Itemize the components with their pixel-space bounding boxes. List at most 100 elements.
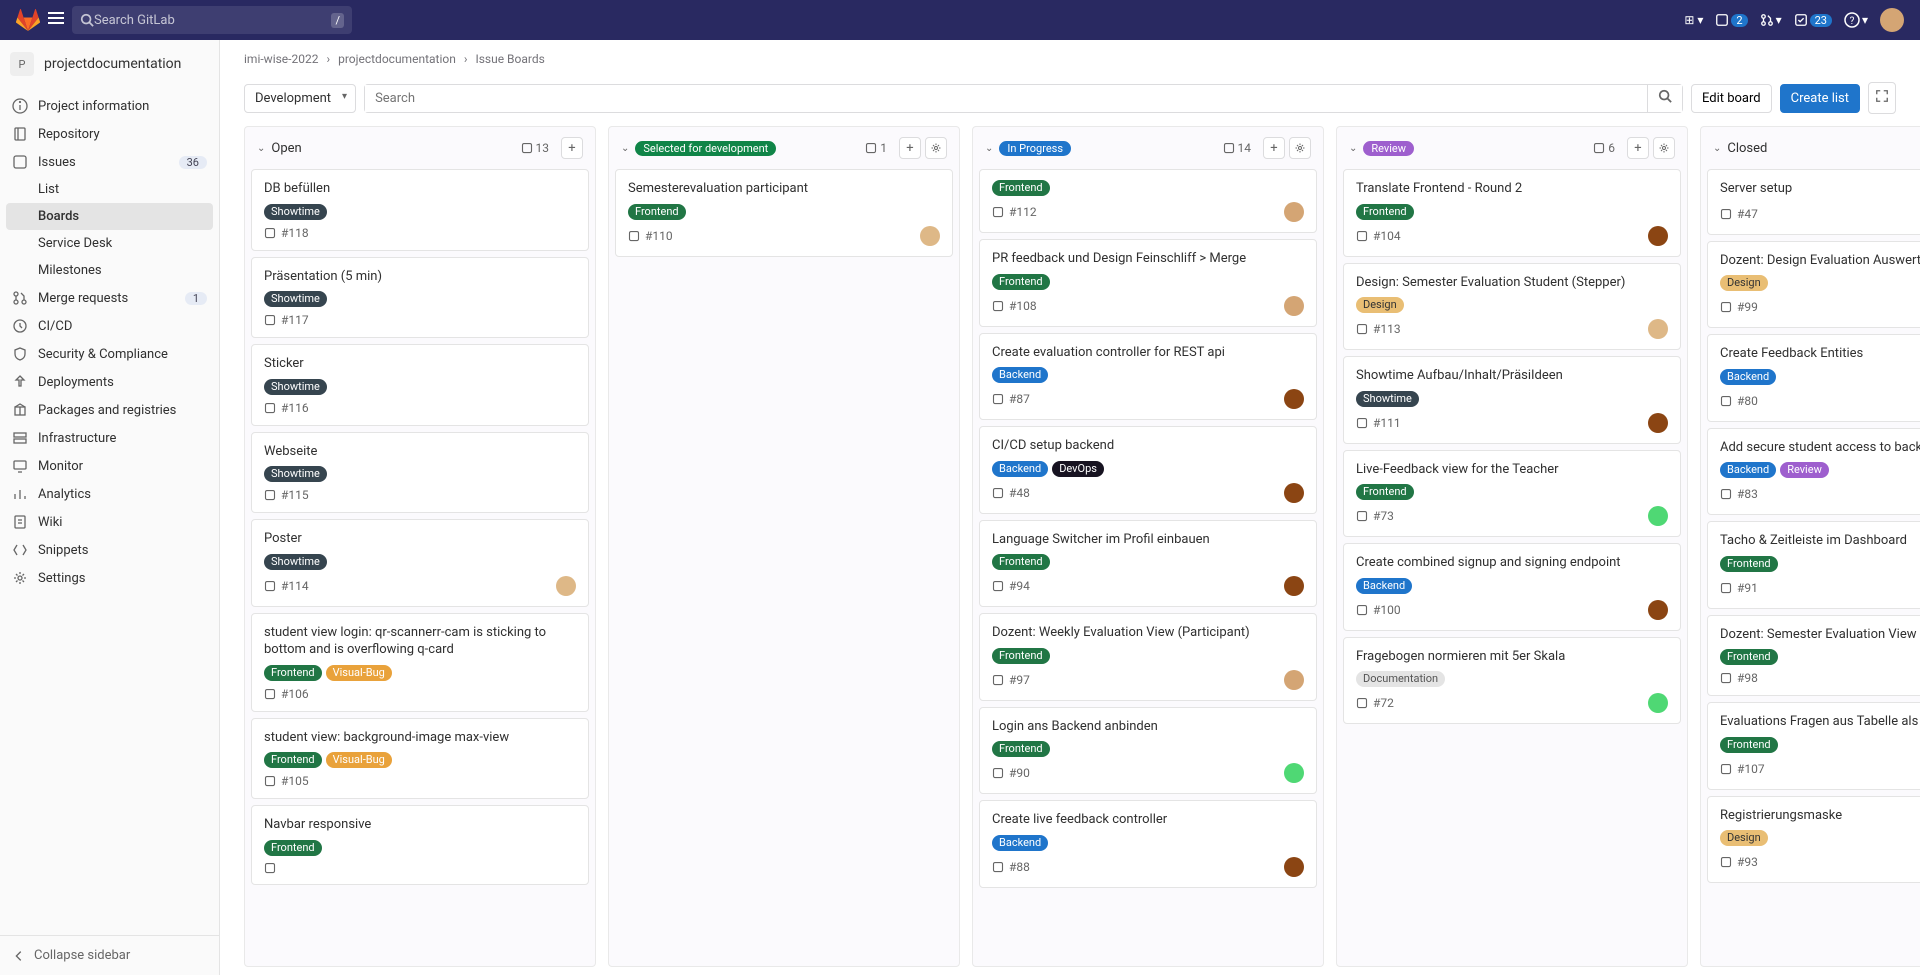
issue-card[interactable]: CI/CD setup backendBackendDevOps#48: [979, 426, 1317, 514]
filter-search-button[interactable]: [1647, 85, 1682, 112]
fullscreen-button[interactable]: [1868, 82, 1896, 114]
card-label[interactable]: Frontend: [628, 204, 686, 220]
issue-card[interactable]: WebseiteShowtime#115: [251, 432, 589, 514]
card-label[interactable]: Design: [1720, 275, 1768, 291]
card-label[interactable]: Documentation: [1356, 671, 1445, 687]
assignee-avatar[interactable]: [1284, 670, 1304, 690]
sidebar-item-packages-and-registries[interactable]: Packages and registries: [0, 396, 219, 424]
sidebar-item-analytics[interactable]: Analytics: [0, 480, 219, 508]
issue-card[interactable]: Language Switcher im Profil einbauenFron…: [979, 520, 1317, 608]
chevron-down-icon[interactable]: ⌄: [1349, 143, 1357, 154]
add-card-button[interactable]: +: [1627, 137, 1649, 159]
assignee-avatar[interactable]: [1284, 389, 1304, 409]
card-label[interactable]: Frontend: [1720, 737, 1778, 753]
issue-card[interactable]: Navbar responsiveFrontend: [251, 805, 589, 885]
assignee-avatar[interactable]: [556, 576, 576, 596]
create-list-button[interactable]: Create list: [1780, 84, 1860, 113]
card-label[interactable]: Backend: [992, 367, 1048, 383]
issue-card[interactable]: student view: background-image max-viewF…: [251, 718, 589, 800]
issue-card[interactable]: PosterShowtime#114: [251, 519, 589, 607]
breadcrumb-link[interactable]: projectdocumentation: [338, 52, 456, 66]
issue-card[interactable]: Dozent: Design Evaluation AuswertungDesi…: [1707, 241, 1920, 329]
sidebar-item-ci-cd[interactable]: CI/CD: [0, 312, 219, 340]
search-input[interactable]: [94, 13, 331, 28]
collapse-sidebar[interactable]: Collapse sidebar: [0, 935, 219, 975]
card-label[interactable]: Showtime: [264, 466, 327, 482]
card-label[interactable]: Design: [1356, 297, 1404, 313]
card-label[interactable]: DevOps: [1052, 461, 1104, 477]
issue-card[interactable]: Fragebogen normieren mit 5er SkalaDocume…: [1343, 637, 1681, 725]
sidebar-item-infrastructure[interactable]: Infrastructure: [0, 424, 219, 452]
assignee-avatar[interactable]: [1284, 296, 1304, 316]
issue-card[interactable]: Translate Frontend - Round 2Frontend#104: [1343, 169, 1681, 257]
add-card-button[interactable]: +: [561, 137, 583, 159]
issue-card[interactable]: Create Feedback EntitiesBackend#80: [1707, 334, 1920, 422]
sidebar-item-list[interactable]: List: [0, 176, 219, 203]
issue-card[interactable]: PR feedback und Design Feinschliff > Mer…: [979, 239, 1317, 327]
card-label[interactable]: Frontend: [1720, 649, 1778, 665]
card-label[interactable]: Frontend: [992, 554, 1050, 570]
list-settings-button[interactable]: [1289, 137, 1311, 159]
sidebar-item-settings[interactable]: Settings: [0, 564, 219, 592]
card-label[interactable]: Showtime: [264, 379, 327, 395]
card-label[interactable]: Backend: [1356, 578, 1412, 594]
breadcrumb-link[interactable]: imi-wise-2022: [244, 52, 318, 66]
sidebar-item-wiki[interactable]: Wiki: [0, 508, 219, 536]
issue-card[interactable]: Create live feedback controllerBackend#8…: [979, 800, 1317, 888]
sidebar-item-monitor[interactable]: Monitor: [0, 452, 219, 480]
board-selector[interactable]: Development: [244, 84, 356, 113]
card-label[interactable]: Frontend: [1356, 204, 1414, 220]
sidebar-item-issues[interactable]: Issues36: [0, 148, 219, 176]
card-label[interactable]: Showtime: [1356, 391, 1419, 407]
assignee-avatar[interactable]: [1284, 576, 1304, 596]
issue-card[interactable]: Dozent: Semester Evaluation ViewFrontend…: [1707, 615, 1920, 697]
card-label[interactable]: Backend: [1720, 462, 1776, 478]
issue-card[interactable]: Live-Feedback view for the TeacherFronte…: [1343, 450, 1681, 538]
card-label[interactable]: Frontend: [1356, 484, 1414, 500]
assignee-avatar[interactable]: [1284, 857, 1304, 877]
breadcrumb-link[interactable]: Issue Boards: [475, 52, 544, 66]
nav-issues[interactable]: 2: [1715, 13, 1747, 27]
chevron-down-icon[interactable]: ⌄: [621, 143, 629, 154]
edit-board-button[interactable]: Edit board: [1691, 84, 1772, 113]
sidebar-item-boards[interactable]: Boards: [6, 203, 213, 230]
issue-card[interactable]: Semesterevaluation participantFrontend#1…: [615, 169, 953, 257]
assignee-avatar[interactable]: [1284, 202, 1304, 222]
gitlab-logo-icon[interactable]: [16, 8, 40, 32]
hamburger-icon[interactable]: [48, 10, 64, 30]
chevron-down-icon[interactable]: ⌄: [985, 143, 993, 154]
chevron-down-icon[interactable]: ⌄: [257, 143, 265, 154]
filter-input[interactable]: [365, 85, 1647, 112]
assignee-avatar[interactable]: [1648, 413, 1668, 433]
assignee-avatar[interactable]: [1648, 319, 1668, 339]
create-menu[interactable]: ⊞ ▾: [1684, 13, 1703, 27]
issue-card[interactable]: student view login: qr-scannerr-cam is s…: [251, 613, 589, 712]
card-label[interactable]: Frontend: [264, 665, 322, 681]
assignee-avatar[interactable]: [1648, 600, 1668, 620]
issue-card[interactable]: Create evaluation controller for REST ap…: [979, 333, 1317, 421]
card-label[interactable]: Backend: [992, 461, 1048, 477]
assignee-avatar[interactable]: [1284, 763, 1304, 783]
issue-card[interactable]: Dozent: Weekly Evaluation View (Particip…: [979, 613, 1317, 701]
add-card-button[interactable]: +: [1263, 137, 1285, 159]
card-label[interactable]: Visual-Bug: [326, 665, 392, 681]
project-header[interactable]: P projectdocumentation: [0, 40, 219, 88]
sidebar-item-merge-requests[interactable]: Merge requests1: [0, 284, 219, 312]
nav-todos[interactable]: 23: [1794, 13, 1832, 27]
issue-card[interactable]: Evaluations Fragen aus Tabelle als Key T…: [1707, 702, 1920, 790]
card-label[interactable]: Frontend: [992, 648, 1050, 664]
card-label[interactable]: Frontend: [992, 741, 1050, 757]
issue-card[interactable]: Präsentation (5 min)Showtime#117: [251, 257, 589, 339]
card-label[interactable]: Backend: [992, 835, 1048, 851]
issue-card[interactable]: Add secure student access to backendBack…: [1707, 428, 1920, 516]
add-card-button[interactable]: +: [899, 137, 921, 159]
issue-card[interactable]: Frontend#112: [979, 169, 1317, 233]
nav-merge-requests[interactable]: ▾: [1760, 13, 1782, 27]
sidebar-item-service-desk[interactable]: Service Desk: [0, 230, 219, 257]
issue-card[interactable]: DB befüllenShowtime#118: [251, 169, 589, 251]
assignee-avatar[interactable]: [1648, 226, 1668, 246]
list-settings-button[interactable]: [925, 137, 947, 159]
sidebar-item-repository[interactable]: Repository: [0, 120, 219, 148]
sidebar-item-milestones[interactable]: Milestones: [0, 257, 219, 284]
issue-card[interactable]: Design: Semester Evaluation Student (Ste…: [1343, 263, 1681, 351]
